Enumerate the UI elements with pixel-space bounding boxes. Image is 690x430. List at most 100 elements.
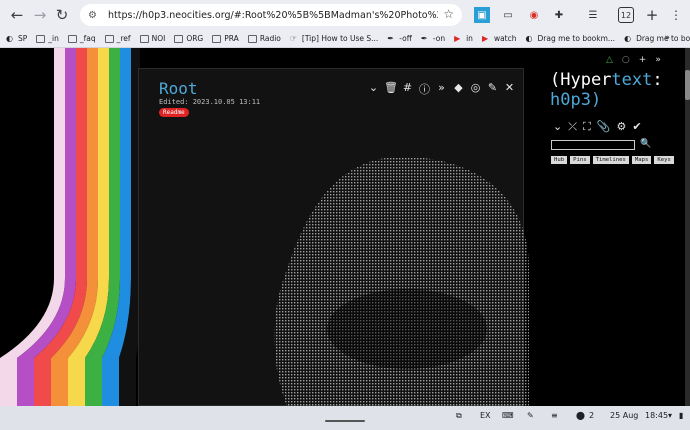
youtube-icon: ▶	[481, 33, 489, 43]
bookmark-item[interactable]: ✒ -off	[387, 34, 412, 43]
notification-icon[interactable]: ⬤	[576, 411, 585, 420]
tiddler-edited-date: Edited: 2023.10.05 13:11	[159, 98, 261, 106]
new-tab-plus-icon[interactable]: +	[644, 6, 660, 24]
globe-icon: ◐	[6, 33, 13, 43]
youtube-icon: ▶	[454, 33, 461, 43]
tiddler-toolbar: ⌄ 🗑 # ⓘ » ◆ ◎ ✎ ✕	[367, 81, 516, 97]
sidebar-tab-maps[interactable]: Maps	[631, 156, 652, 164]
extension-icon-1[interactable]: ▣	[474, 7, 490, 23]
bookmark-item[interactable]: _ref	[104, 34, 131, 43]
close-icon[interactable]: ✕	[503, 81, 516, 97]
stylus-icon[interactable]: ✎	[527, 411, 534, 420]
bookmark-item[interactable]: ◐ Drag me to bookm...	[624, 34, 690, 43]
bookmark-label: SP	[18, 34, 28, 43]
sidebar-icons: ⌄ ⤫ ⛶ 📎 ⚙ ✔	[553, 120, 642, 134]
date-label[interactable]: 25 Aug	[610, 411, 638, 420]
reload-icon[interactable]: ↻	[49, 2, 75, 28]
edit-pencil-icon[interactable]: ✎	[486, 81, 499, 97]
wifi-icon[interactable]: ▾	[668, 411, 672, 420]
reading-list-icon[interactable]: ☰	[585, 7, 601, 23]
folder-icon	[174, 34, 184, 43]
address-bar[interactable]: ⚙ https://h0p3.neocities.org/#:Root%20%5…	[80, 4, 462, 26]
bookmark-label: _ref	[116, 34, 131, 43]
bookmark-item[interactable]: ✒ -on	[421, 34, 445, 43]
window-switcher-icon[interactable]: ⧉	[456, 411, 462, 421]
dot-icon[interactable]: ○	[622, 55, 630, 65]
bookmark-item[interactable]: ▶ in	[454, 34, 473, 43]
site-title-colon: :	[652, 70, 663, 90]
bookmark-label: Drag me to bookm...	[537, 34, 616, 43]
bookmark-item[interactable]: ▶ watch	[482, 34, 517, 43]
chevron-down-icon[interactable]: ⌄	[553, 120, 562, 134]
bookmarks-overflow-icon[interactable]: »	[664, 33, 670, 43]
time-label[interactable]: 18:45	[645, 411, 668, 420]
bookmark-item[interactable]: Radio	[247, 34, 281, 43]
collapse-icon[interactable]: ⤫	[568, 120, 577, 134]
os-shelf: ⧉ EX ⌨ ✎ ≡ ⬤ 2 25 Aug 18:45 ▾ ▮	[0, 406, 690, 430]
keyboard-icon[interactable]: ⌨	[502, 411, 514, 420]
check-circle-icon[interactable]: ✔	[632, 120, 641, 134]
hash-icon[interactable]: #	[401, 81, 414, 97]
home-handle[interactable]	[325, 420, 365, 422]
paperclip-icon[interactable]: 📎	[597, 120, 611, 134]
bookmark-item[interactable]: ◐ SP	[6, 34, 27, 43]
page-scrollbar[interactable]	[685, 48, 690, 406]
folder-icon	[212, 34, 222, 43]
extensions-puzzle-icon[interactable]: ✚	[551, 7, 567, 23]
extension-shield-icon[interactable]: ◉	[526, 7, 542, 23]
bookmark-item[interactable]: PRA	[212, 34, 239, 43]
sidebar-tab-keys[interactable]: Keys	[654, 156, 674, 164]
clipboard-icon[interactable]: ≡	[551, 411, 558, 420]
more-chevrons-icon[interactable]: »	[655, 55, 661, 65]
bookmark-label: _in	[48, 34, 59, 43]
bookmark-label: Radio	[259, 34, 281, 43]
bookmark-item[interactable]: _in	[36, 34, 59, 43]
folder-icon	[36, 34, 46, 43]
bookmark-item[interactable]: ORG	[174, 34, 203, 43]
bookmark-item[interactable]: ☞ [Tip] How to Use S...	[290, 34, 378, 43]
tiddler-title[interactable]: Root	[159, 79, 198, 98]
bookmark-label: in	[466, 34, 473, 43]
site-title-h0p3[interactable]: h0p3)	[550, 90, 601, 110]
new-tiddler-plus-icon[interactable]: +	[639, 55, 647, 65]
bookmark-item[interactable]: ◐ Drag me to bookm...	[526, 34, 616, 43]
browser-menu-icon[interactable]: ⋮	[668, 7, 684, 23]
bookmark-label: Drag me to bookm...	[636, 34, 690, 43]
url-text: https://h0p3.neocities.org/#:Root%20%5B%…	[108, 9, 438, 21]
bookmark-label: -on	[432, 34, 446, 43]
picture-in-picture-icon[interactable]: ▭	[500, 7, 516, 23]
globe-icon: ◐	[525, 33, 533, 43]
sidebar-search-input[interactable]	[551, 140, 635, 150]
battery-icon[interactable]: ▮	[679, 411, 683, 420]
bookmark-label: _faq	[79, 34, 96, 43]
bookmark-label: watch	[493, 34, 517, 43]
page-scrollbar-thumb[interactable]	[685, 70, 690, 100]
fullscreen-icon[interactable]: ⛶	[583, 120, 591, 134]
gear-icon[interactable]: ⚙	[616, 120, 626, 134]
sidebar-tab-timelines[interactable]: Timelines	[592, 156, 629, 164]
site-settings-icon[interactable]: ⚙	[88, 10, 102, 21]
triangle-icon[interactable]: △	[606, 55, 613, 65]
bookmark-label: PRA	[224, 34, 239, 43]
search-icon[interactable]: 🔍	[640, 139, 651, 149]
site-title: (Hypertext: h0p3)	[550, 70, 663, 110]
tag-icon[interactable]: ◆	[452, 81, 465, 97]
sidebar-tab-hub[interactable]: Hub	[551, 156, 568, 164]
webpage-content: Root Edited: 2023.10.05 13:11 Readme ⌄ 🗑…	[0, 48, 685, 406]
keyboard-layout[interactable]: EX	[480, 411, 491, 420]
pen-icon: ✒	[420, 33, 428, 43]
sidebar-tab-pins[interactable]: Pins	[570, 156, 590, 164]
tab-counter[interactable]: 12	[618, 7, 634, 23]
info-icon[interactable]: ⓘ	[418, 81, 431, 97]
bookmark-star-icon[interactable]: ☆	[443, 7, 454, 21]
ascii-art-image	[274, 156, 529, 406]
chevron-down-icon[interactable]: ⌄	[367, 81, 380, 97]
target-icon[interactable]: ◎	[469, 81, 482, 97]
bookmark-item[interactable]: NOI	[139, 34, 165, 43]
site-title-part: (Hyper	[550, 70, 612, 90]
readme-tag[interactable]: Readme	[159, 108, 189, 117]
notification-count[interactable]: 2	[589, 411, 594, 420]
double-chevron-right-icon[interactable]: »	[435, 81, 448, 97]
bookmark-item[interactable]: _faq	[67, 34, 96, 43]
trash-icon[interactable]: 🗑	[384, 81, 398, 97]
